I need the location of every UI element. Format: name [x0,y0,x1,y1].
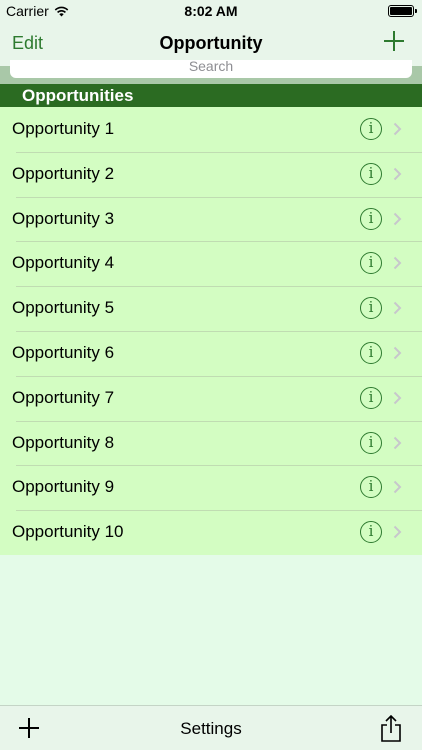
search-placeholder: Search [188,60,234,74]
section-header: Opportunities [0,84,422,107]
list-item-label: Opportunity 10 [12,522,124,542]
list-item-label: Opportunity 6 [12,342,115,362]
battery-icon [388,5,417,17]
list-item-label: Opportunity 8 [12,432,115,452]
opportunity-list: Opportunity 1 i Opportunity 2 i Opportunity … [0,107,422,555]
settings-button[interactable]: Settings [0,719,422,739]
list-item[interactable]: Opportunity 3 i [0,196,422,242]
info-icon[interactable]: i [360,386,382,409]
chevron-right-icon [393,212,402,225]
chevron-right-icon [393,481,402,494]
chevron-right-icon [393,436,402,449]
bottom-toolbar: Settings [0,705,422,750]
list-item[interactable]: Opportunity 4 i [0,241,422,287]
list-item[interactable]: Opportunity 1 i [0,107,422,152]
list-item[interactable]: Opportunity 5 i [0,286,422,331]
info-icon[interactable]: i [360,521,382,544]
chevron-right-icon [393,525,402,539]
chevron-right-icon [393,167,402,181]
info-icon[interactable]: i [360,162,382,185]
search-bar: Search [0,60,422,84]
info-icon[interactable]: i [360,118,382,140]
chevron-right-icon [393,391,402,404]
search-input[interactable]: Search [10,60,412,78]
list-item[interactable]: Opportunity 7 i [0,375,422,421]
chevron-right-icon [393,301,402,315]
list-item[interactable]: Opportunity 8 i [0,420,422,466]
info-icon[interactable]: i [360,476,382,499]
page-title: Opportunity [159,33,263,53]
info-icon[interactable]: i [360,252,382,275]
list-item-label: Opportunity 2 [12,163,115,183]
status-bar: Carrier 8:02 AM [0,0,422,22]
list-item[interactable]: Opportunity 10 i [0,510,422,555]
list-item-label: Opportunity 5 [12,298,115,318]
chevron-right-icon [393,257,402,270]
chevron-right-icon [393,122,402,136]
info-icon[interactable]: i [360,207,382,230]
status-time: 8:02 AM [184,3,238,19]
list-item-label: Opportunity 4 [12,253,115,273]
list-item[interactable]: Opportunity 9 i [0,465,422,511]
info-icon[interactable]: i [360,431,382,454]
info-icon[interactable]: i [360,341,382,364]
list-item-label: Opportunity 3 [12,208,115,228]
list-item-label: Opportunity 7 [12,387,115,407]
list-item[interactable]: Opportunity 2 i [0,151,422,197]
list-item-label: Opportunity 9 [12,477,115,497]
battery-fill [390,7,412,15]
chevron-right-icon [393,346,402,360]
share-icon[interactable] [380,715,402,743]
info-icon[interactable]: i [360,297,382,320]
list-item[interactable]: Opportunity 6 i [0,330,422,376]
list-item-label: Opportunity 1 [12,119,115,138]
plus-icon[interactable] [382,29,406,53]
